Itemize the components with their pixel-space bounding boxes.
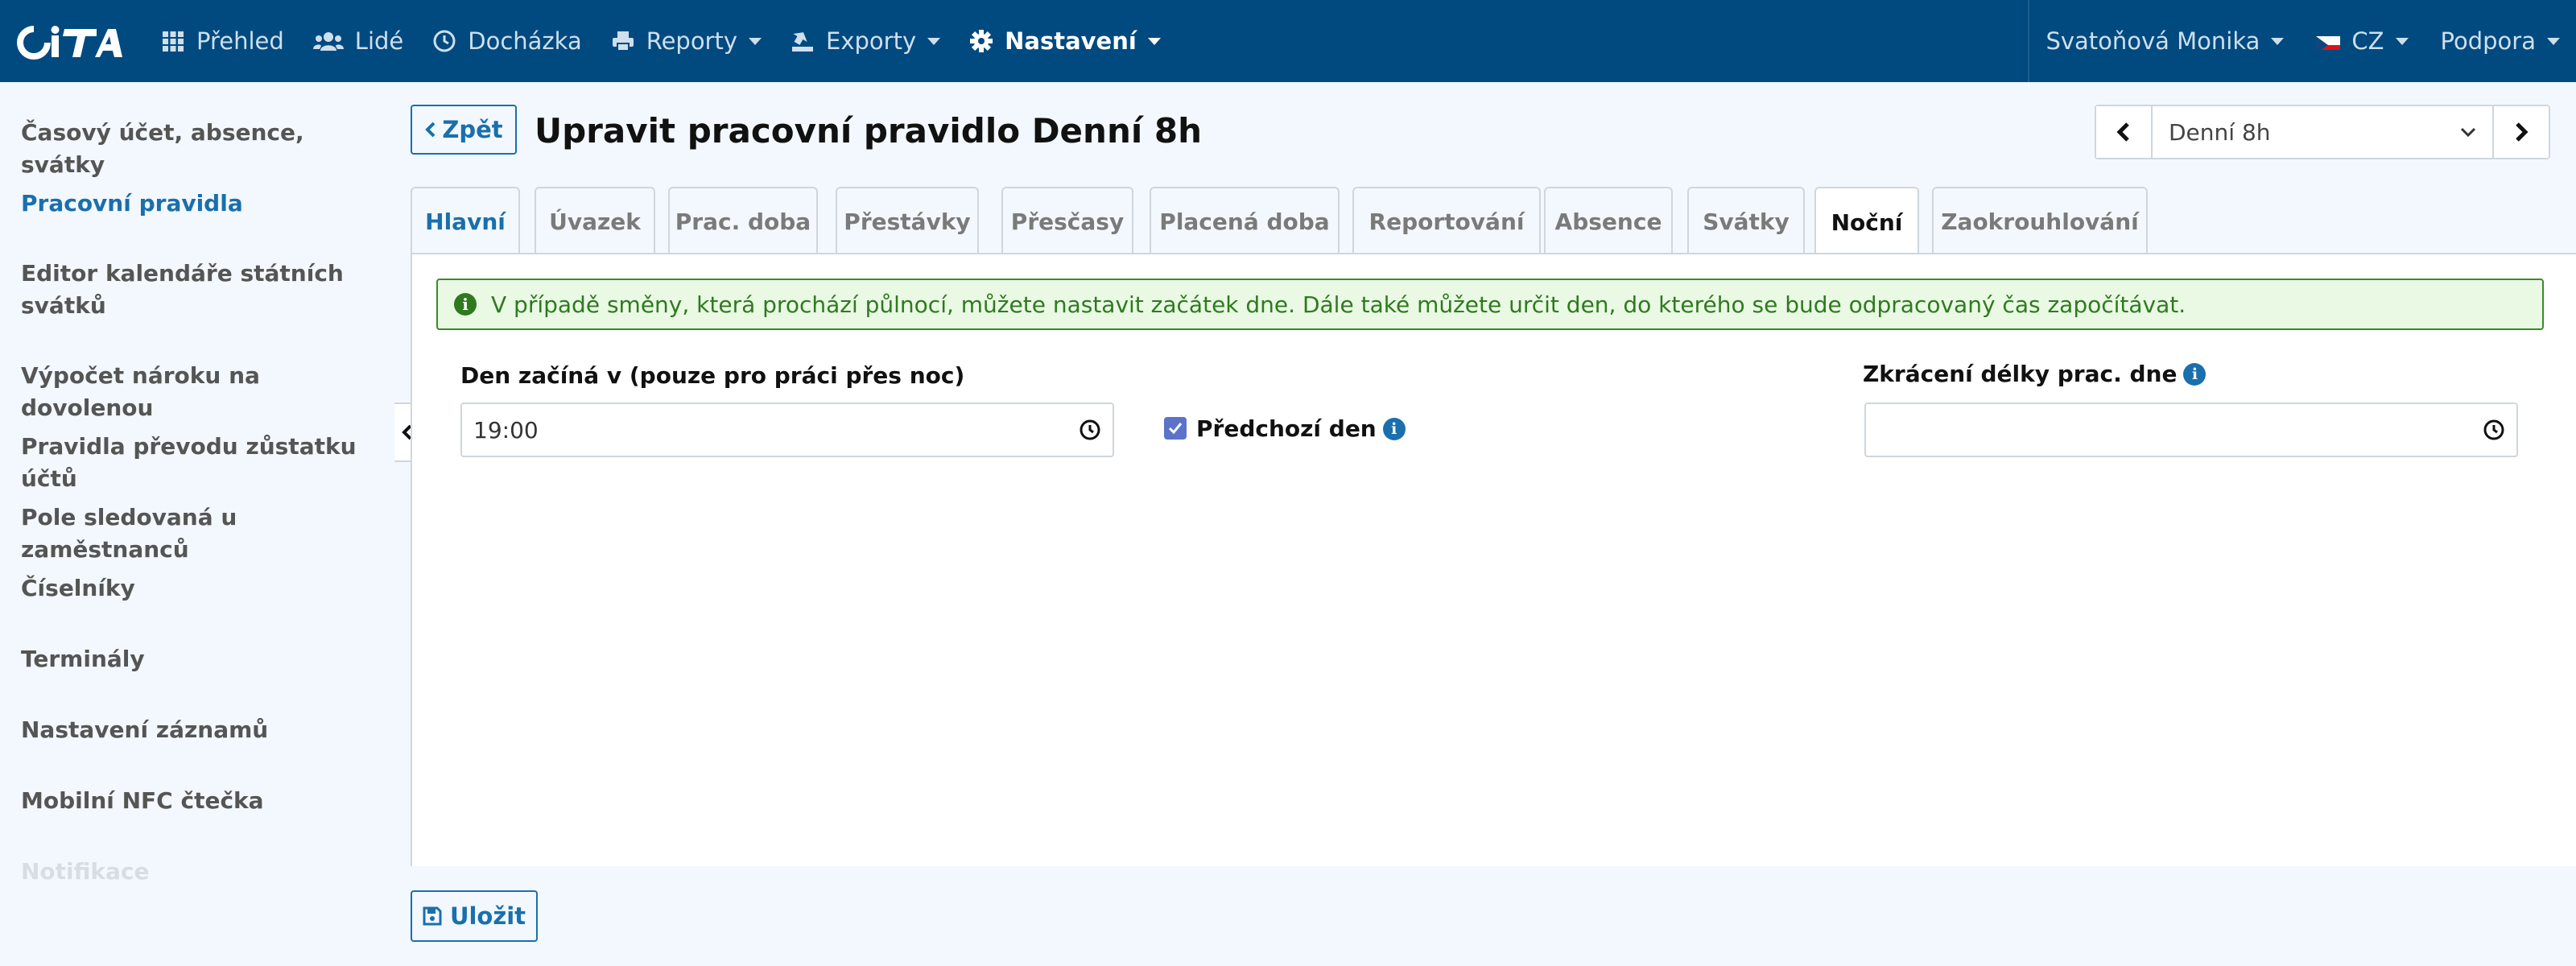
tab-svatky[interactable]: Svátky: [1687, 187, 1805, 254]
gear-icon: [970, 30, 993, 52]
user-name: Svatoňová Monika: [2046, 27, 2260, 55]
info-icon: i: [454, 293, 477, 316]
sidebar-item-record-settings[interactable]: Nastavení záznamů: [21, 714, 383, 746]
clock-icon: [433, 30, 456, 52]
previous-day-checkbox[interactable]: [1164, 417, 1187, 440]
chevron-down-icon: [2547, 37, 2560, 45]
tab-uvazek[interactable]: Úvazek: [535, 187, 655, 254]
nav-nastaveni[interactable]: Nastavení: [955, 0, 1175, 82]
users-icon: [312, 32, 344, 51]
tab-prestavky[interactable]: Přestávky: [836, 187, 979, 254]
day-start-value: 19:00: [473, 416, 539, 444]
language-label: CZ: [2351, 27, 2384, 55]
nav-lide[interactable]: Lidé: [299, 0, 418, 82]
nav-prehled[interactable]: Přehled: [147, 0, 299, 82]
nav-dochazka-label: Docházka: [468, 27, 582, 55]
sidebar-item-work-rules[interactable]: Pracovní pravidla: [21, 188, 383, 220]
cita-logo[interactable]: [16, 24, 124, 61]
nav-dochazka[interactable]: Docházka: [418, 0, 596, 82]
tab-placena-doba[interactable]: Placená doba: [1150, 187, 1340, 254]
back-button[interactable]: Zpět: [411, 105, 517, 155]
print-icon: [612, 31, 634, 52]
clock-icon: [2483, 419, 2504, 440]
nav-exporty[interactable]: Exporty: [776, 0, 955, 82]
support-label: Podpora: [2440, 27, 2536, 55]
rule-select-value: Denní 8h: [2169, 118, 2271, 146]
save-button[interactable]: Uložit: [411, 890, 538, 942]
info-icon[interactable]: i: [2183, 362, 2207, 386]
grid-icon: [163, 31, 184, 52]
nav-exporty-label: Exporty: [826, 27, 917, 55]
save-button-label: Uložit: [449, 902, 526, 930]
language-menu[interactable]: CZ: [2300, 0, 2424, 82]
chevron-down-icon: [2395, 37, 2409, 45]
sidebar-item-balance-transfer[interactable]: Pravidla převodu zůstatku účtů: [21, 431, 383, 495]
back-button-label: Zpět: [442, 116, 503, 143]
sidebar-item-mobile-nfc[interactable]: Mobilní NFC čtečka: [21, 785, 383, 817]
export-icon: [792, 32, 814, 52]
chevron-left-icon: [2116, 122, 2129, 142]
sidebar-item-code-lists[interactable]: Číselníky: [21, 572, 383, 605]
clock-icon: [1080, 419, 1100, 440]
sidebar-item-vacation-calculation[interactable]: Výpočet nároku na dovolenou: [21, 360, 383, 424]
tab-absence[interactable]: Absence: [1544, 187, 1673, 254]
chevron-down-icon: [2271, 37, 2285, 45]
nav-right-group: Svatoňová Monika CZ Podpora: [2028, 0, 2576, 82]
chevron-left-icon: [425, 122, 436, 138]
shortening-label-text: Zkrácení délky prac. dne: [1863, 361, 2178, 387]
nav-reporty-label: Reporty: [646, 27, 738, 55]
checkmark-icon: [1168, 423, 1183, 435]
floppy-disk-icon: [423, 906, 442, 926]
nav-lide-label: Lidé: [354, 27, 404, 55]
czech-flag-icon: [2316, 32, 2341, 50]
user-menu[interactable]: Svatoňová Monika: [2029, 0, 2300, 82]
top-navbar: Přehled Lidé Docházka Reporty Exporty Na…: [0, 0, 2576, 82]
tab-nocni[interactable]: Noční: [1814, 187, 1919, 256]
shortening-label: Zkrácení délky prac. dne i: [1863, 361, 2207, 387]
sidebar-item-time-account[interactable]: Časový účet, absence, svátky: [21, 117, 383, 181]
chevron-right-icon: [2516, 122, 2529, 142]
rule-switcher: Denní 8h: [2095, 105, 2550, 159]
nav-prehled-label: Přehled: [196, 27, 284, 55]
shortening-input[interactable]: [1864, 402, 2518, 457]
day-start-input[interactable]: 19:00: [460, 402, 1114, 457]
tab-prescasy[interactable]: Přesčasy: [1001, 187, 1133, 254]
chevron-down-icon: [2460, 127, 2476, 137]
day-start-label: Den začíná v (pouze pro práci přes noc): [460, 362, 964, 389]
chevron-down-icon: [749, 37, 762, 45]
info-alert-text: V případě směny, která prochází půlnocí,…: [491, 291, 2186, 318]
settings-sidebar: Časový účet, absence, svátky Pracovní pr…: [0, 82, 394, 966]
nav-reporty[interactable]: Reporty: [597, 0, 776, 82]
day-start-label-text: Den začíná v (pouze pro práci přes noc): [460, 362, 965, 389]
previous-day-label-text: Předchozí den: [1196, 415, 1377, 442]
tab-content-panel: i V případě směny, která prochází půlnoc…: [411, 253, 2576, 866]
chevron-down-icon: [1147, 37, 1161, 45]
tab-zaokrouhlovani[interactable]: Zaokrouhlování: [1932, 187, 2148, 254]
tab-reportovani[interactable]: Reportování: [1352, 187, 1541, 254]
info-alert: i V případě směny, která prochází půlnoc…: [436, 279, 2544, 330]
chevron-down-icon: [927, 37, 941, 45]
tab-hlavni[interactable]: Hlavní: [411, 187, 520, 254]
support-menu[interactable]: Podpora: [2425, 0, 2576, 82]
sidebar-item-terminals[interactable]: Terminály: [21, 643, 383, 675]
previous-day-label: Předchozí den i: [1196, 415, 1406, 442]
rule-select[interactable]: Denní 8h: [2153, 106, 2492, 158]
nav-nastaveni-label: Nastavení: [1005, 27, 1137, 55]
info-icon[interactable]: i: [1382, 417, 1406, 440]
sidebar-item-holiday-calendar-editor[interactable]: Editor kalendáře státních svátků: [21, 258, 383, 322]
sidebar-item-notifications[interactable]: Notifikace: [21, 856, 383, 888]
next-rule-button[interactable]: [2492, 106, 2549, 158]
previous-rule-button[interactable]: [2096, 106, 2153, 158]
page-title: Upravit pracovní pravidlo Denní 8h: [535, 111, 1202, 151]
sidebar-item-employee-fields[interactable]: Pole sledovaná u zaměstnanců: [21, 502, 383, 566]
tab-prac-doba[interactable]: Prac. doba: [668, 187, 818, 254]
